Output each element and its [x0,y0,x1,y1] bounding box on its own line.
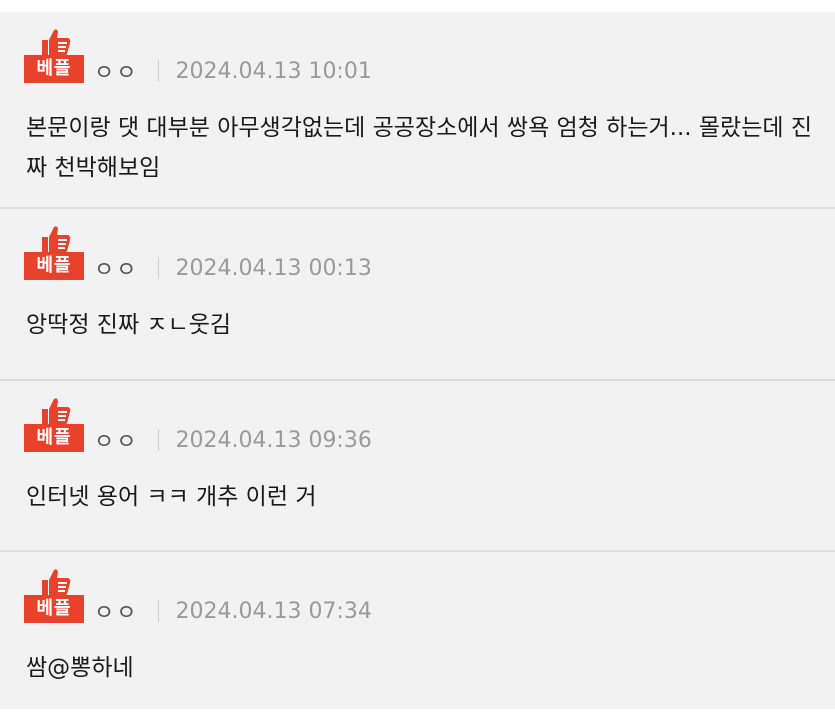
thumbs-up-icon [42,569,71,596]
username[interactable]: ㅇㅇ [94,424,138,456]
username[interactable]: ㅇㅇ [94,252,138,284]
thumbs-up-icon [42,29,71,56]
timestamp: 2024.04.13 10:01 [175,58,372,84]
best-comment-badge: 베플 [24,396,84,452]
best-label: 베플 [24,595,84,623]
timestamp: 2024.04.13 09:36 [175,427,372,453]
meta-divider [158,257,160,279]
comment-list: 베플 ㅇㅇ 2024.04.13 10:01 본문이랑 댓 대부분 아무생각없는… [0,12,835,709]
meta-divider [158,429,160,451]
timestamp: 2024.04.13 07:34 [175,598,372,624]
comment-meta: ㅇㅇ 2024.04.13 00:13 [94,252,372,284]
meta-divider [158,600,160,622]
username[interactable]: ㅇㅇ [94,55,138,87]
comment-item: 베플 ㅇㅇ 2024.04.13 09:36 인터넷 용어 ㅋㅋ 개추 이런 거 [0,381,835,552]
comment-text: 본문이랑 댓 대부분 아무생각없는데 공공장소에서 쌍욕 엄청 하는거... 몰… [26,115,813,181]
comment-item: 베플 ㅇㅇ 2024.04.13 07:34 쌈@뽕하네 [0,552,835,709]
comment-meta: ㅇㅇ 2024.04.13 09:36 [94,424,372,456]
comment-text: 앙딱정 진짜 ㅈㄴ웃김 [26,312,232,338]
username[interactable]: ㅇㅇ [94,595,138,627]
best-label: 베플 [24,424,84,452]
comment-meta: ㅇㅇ 2024.04.13 07:34 [94,595,372,627]
timestamp: 2024.04.13 00:13 [175,255,372,281]
best-comment-badge: 베플 [24,224,84,280]
comment-item: 베플 ㅇㅇ 2024.04.13 10:01 본문이랑 댓 대부분 아무생각없는… [0,12,835,209]
comment-meta: ㅇㅇ 2024.04.13 10:01 [94,55,372,87]
thumbs-up-icon [42,398,71,425]
comment-item: 베플 ㅇㅇ 2024.04.13 00:13 앙딱정 진짜 ㅈㄴ웃김 [0,209,835,381]
comment-text: 쌈@뽕하네 [26,655,134,681]
best-label: 베플 [24,252,84,280]
best-label: 베플 [24,55,84,83]
thumbs-up-icon [42,226,71,253]
best-comment-badge: 베플 [24,27,84,83]
meta-divider [158,60,160,82]
best-comment-badge: 베플 [24,567,84,623]
comment-text: 인터넷 용어 ㅋㅋ 개추 이런 거 [26,484,317,510]
